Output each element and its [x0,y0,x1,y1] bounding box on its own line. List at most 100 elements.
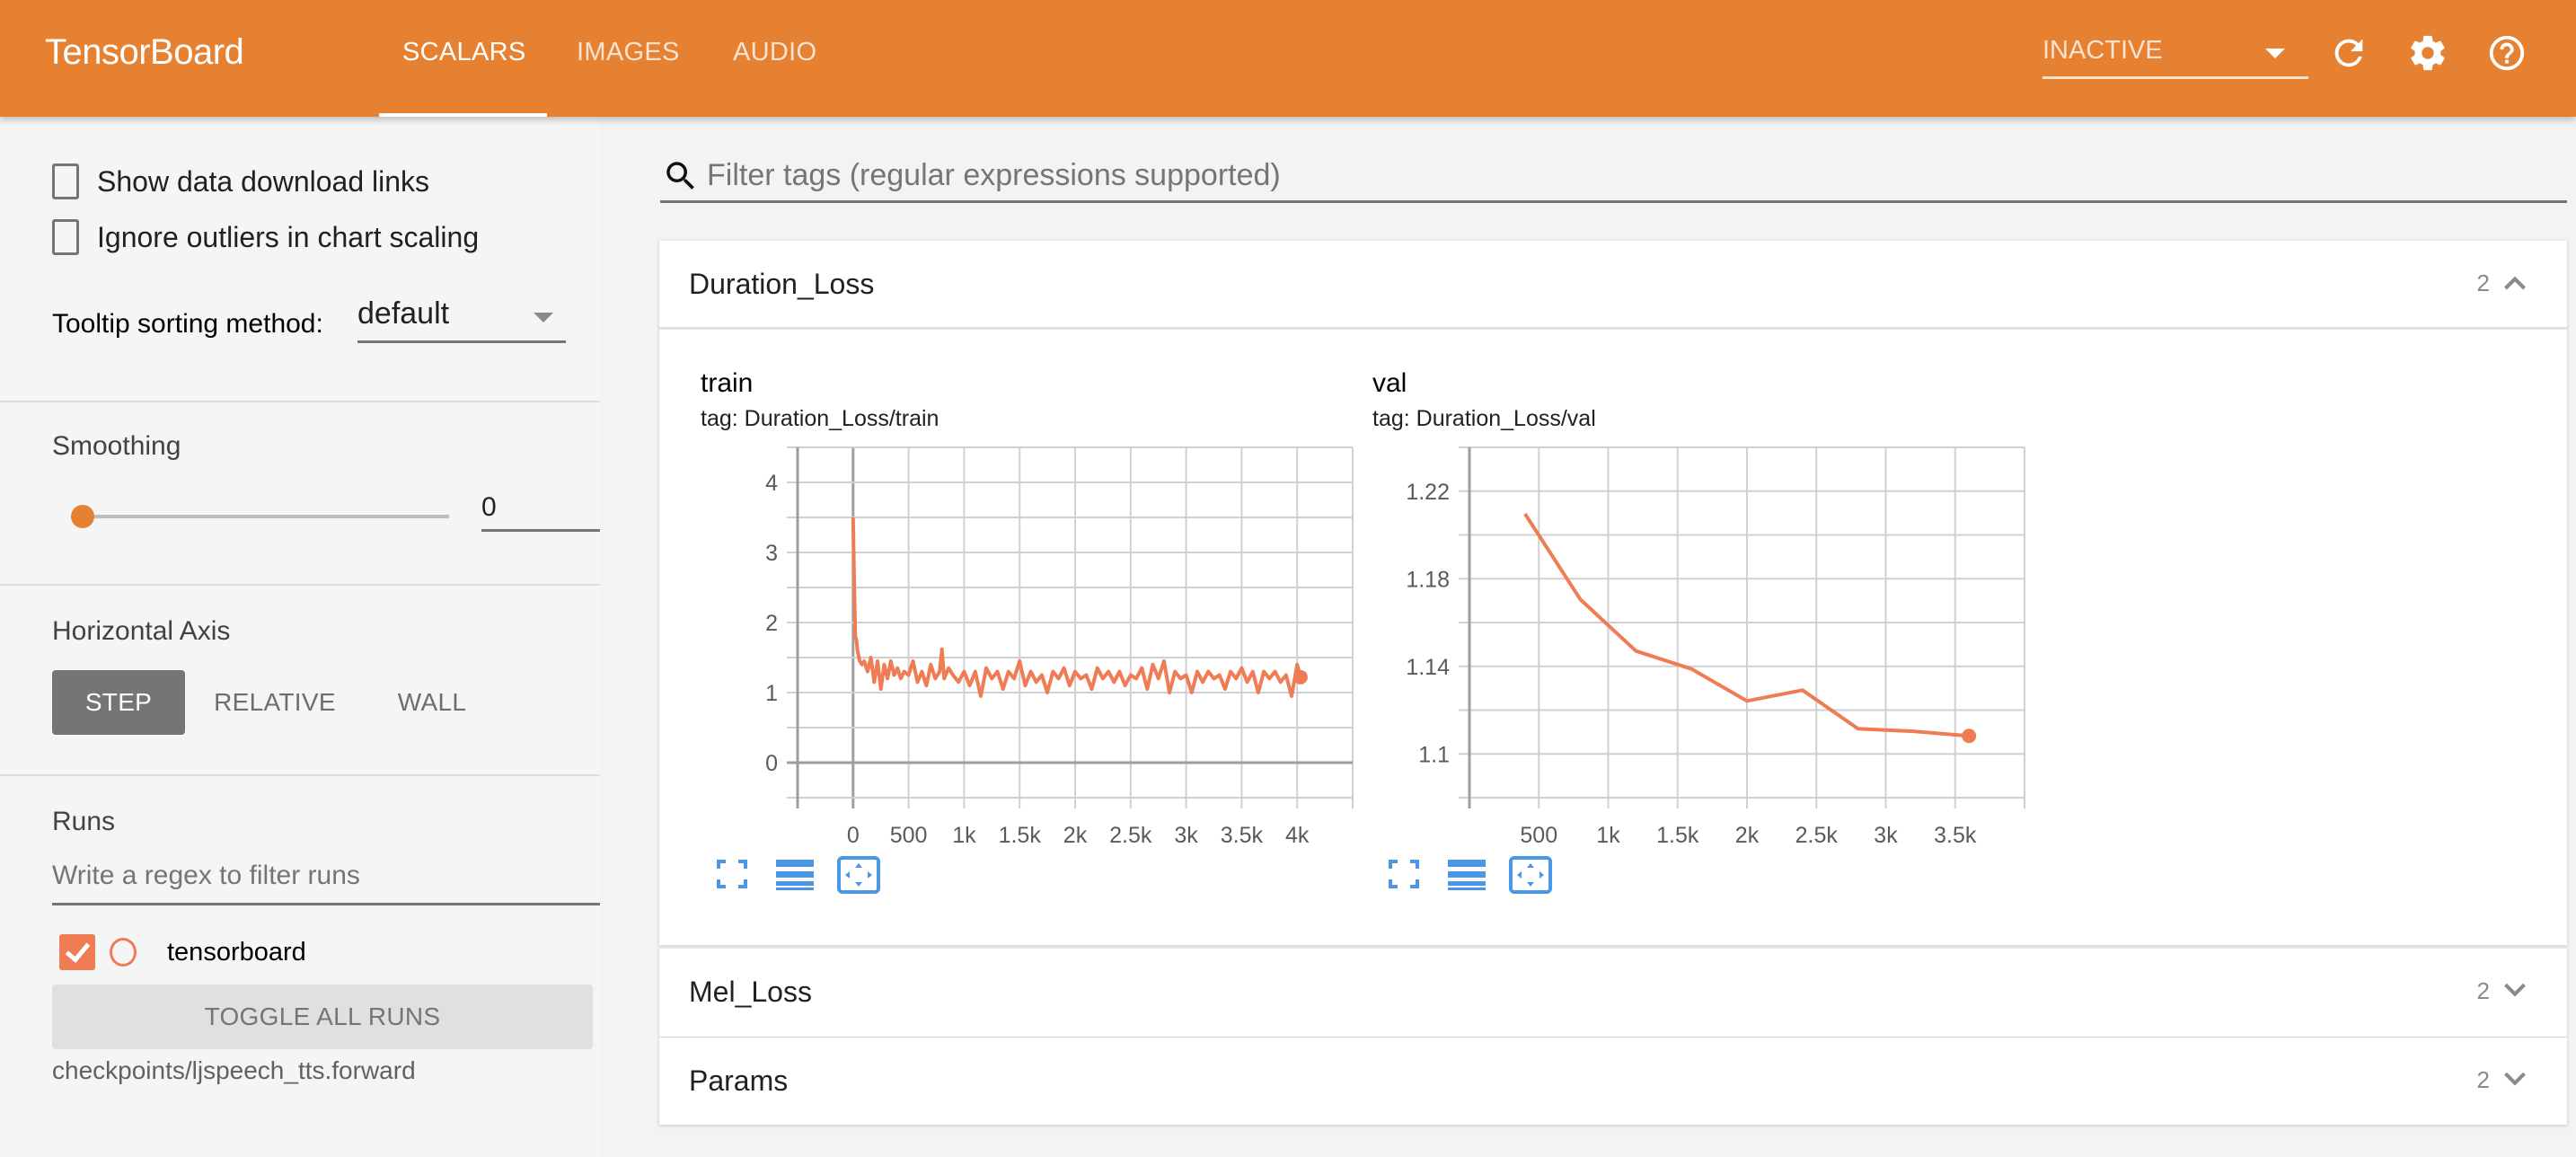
chart-plot[interactable]: 0 1 2 3 4 0 500 1k 1.5k 2k 2.5k 3k 3.5k 4k [701,368,1354,907]
tooltip-sorting-select[interactable]: default [357,295,566,343]
ignore-outliers-label: Ignore outliers in chart scaling [97,220,480,253]
run-name: tensorboard [167,937,306,967]
fullscreen-icon[interactable] [1389,860,1419,888]
x-tick-label: 1k [1596,823,1620,848]
tag-filter-placeholder: Filter tags (regular expressions support… [707,158,1281,192]
y-tick-label: 3 [765,541,778,566]
tag-group-header[interactable]: Params 2 [659,1038,2567,1124]
grid [1459,446,2025,808]
toggle-all-runs-button[interactable]: TOGGLE ALL RUNS [52,985,593,1049]
x-tick-label: 2k [1063,823,1088,848]
last-point-marker [1292,669,1308,684]
toggle-log-scale-icon[interactable] [1448,860,1486,890]
x-tick-label: 3k [1874,823,1898,848]
tab-audio[interactable]: AUDIO [733,38,816,67]
y-tick-label: 2 [765,611,778,636]
x-tick-label: 0 [847,823,860,848]
tag-group-params: Params 2 [659,1038,2567,1125]
help-icon[interactable] [2486,32,2527,74]
y-tick-label: 1.18 [1406,567,1450,592]
smoothing-label: Smoothing [52,431,181,461]
show-download-links-label: Show data download links [97,164,430,198]
y-tick-label: 1.14 [1406,655,1450,680]
search-icon [666,162,694,190]
ignore-outliers-checkbox[interactable]: Ignore outliers in chart scaling [52,219,479,255]
run-color-radio[interactable] [110,938,137,967]
tag-filter-input[interactable]: Filter tags (regular expressions support… [660,151,2567,203]
tag-group-count: 2 [2476,269,2490,296]
tag-group-title: Duration_Loss [689,268,875,300]
chevron-down-icon[interactable] [2502,1068,2527,1090]
scalar-chart-val: val tag: Duration_Loss/val 1.1 1.14 1.18 1.… [1372,368,2025,907]
y-tick-label: 0 [765,751,778,776]
x-tick-label: 4k [1285,823,1310,848]
y-tick-label: 1 [765,681,778,706]
x-tick-label: 500 [890,823,928,848]
smoothing-slider-handle[interactable] [71,505,94,528]
series-line-tensorboard [851,517,1302,698]
y-tick-label: 1.1 [1418,742,1450,767]
tag-group-mel-loss: Mel_Loss 2 [659,949,2567,1037]
run-checkbox-checked[interactable] [59,934,95,970]
last-point-marker [1962,729,1977,744]
checkbox-unchecked[interactable] [52,163,79,199]
settings-gear-icon[interactable] [2407,32,2448,74]
tag-group-count: 2 [2476,1066,2490,1093]
tab-images[interactable]: IMAGES [577,38,680,67]
x-tick-label: 3k [1174,823,1198,848]
dropdown-caret-icon [2265,49,2285,58]
tensorboard-app: TensorBoard SCALARS IMAGES AUDIO INACTIV… [0,0,2576,1157]
tag-group-title: Mel_Loss [689,976,812,1008]
axis-wall-button[interactable]: WALL [375,670,489,735]
smoothing-slider-track[interactable] [83,515,449,518]
tag-group-title: Params [689,1064,789,1097]
tag-group-header[interactable]: Duration_Loss 2 [659,241,2567,327]
axis-step-button[interactable]: STEP [52,670,185,735]
x-tick-label: 3.5k [1221,823,1264,848]
logdir-path: checkpoints/ljspeech_tts.forward [52,1056,416,1084]
refresh-icon[interactable] [2328,32,2369,74]
horizontal-axis-label: Horizontal Axis [52,616,231,646]
runs-filter-input[interactable]: Write a regex to filter runs [52,853,600,905]
brand-title: TensorBoard [45,32,244,72]
chart-plot[interactable]: 1.1 1.14 1.18 1.22 500 1k 1.5k 2k 2.5k 3k 3.5k [1372,368,2025,907]
tooltip-sorting-label: Tooltip sorting method: [52,309,323,339]
toggle-log-scale-icon[interactable] [776,860,814,890]
show-download-links-checkbox[interactable]: Show data download links [52,163,429,199]
x-tick-label: 3.5k [1934,823,1977,848]
chevron-down-icon[interactable] [2502,979,2527,1001]
y-tick-label: 4 [765,471,778,496]
reload-status-select[interactable]: INACTIVE [2042,32,2308,79]
x-tick-label: 500 [1520,823,1557,848]
fit-domain-icon[interactable] [1509,856,1552,894]
runs-label: Runs [52,807,116,836]
fullscreen-icon[interactable] [717,860,747,888]
axis-relative-button[interactable]: RELATIVE [201,670,348,735]
divider [0,774,600,776]
checkbox-unchecked[interactable] [52,219,79,255]
smoothing-value-input[interactable]: 0 [481,487,600,532]
divider [0,401,600,402]
fit-domain-icon[interactable] [837,856,880,894]
top-app-bar: TensorBoard SCALARS IMAGES AUDIO INACTIV… [0,0,2576,117]
chevron-up-icon[interactable] [2502,271,2527,293]
x-tick-label: 1.5k [999,823,1042,848]
x-tick-label: 2.5k [1109,823,1152,848]
scalar-chart-train: train tag: Duration_Loss/train 0 1 2 3 4 0 500… [701,368,1354,907]
tab-scalars[interactable]: SCALARS [402,38,526,67]
grid [787,446,1354,808]
tag-group-count: 2 [2476,977,2490,1004]
divider [0,584,600,586]
y-tick-label: 1.22 [1406,480,1450,505]
x-tick-label: 2.5k [1795,823,1839,848]
tag-group-header[interactable]: Mel_Loss 2 [659,949,2567,1035]
active-tab-indicator [379,113,547,117]
run-item: tensorboard [59,934,306,970]
tag-group-duration-loss: Duration_Loss 2 train tag: Duration_Loss… [659,241,2567,945]
x-tick-label: 1k [952,823,976,848]
divider [659,327,2567,330]
tooltip-sorting-value: default [357,296,450,331]
x-tick-label: 2k [1735,823,1760,848]
reload-status-value: INACTIVE [2042,36,2163,65]
x-tick-label: 1.5k [1656,823,1699,848]
